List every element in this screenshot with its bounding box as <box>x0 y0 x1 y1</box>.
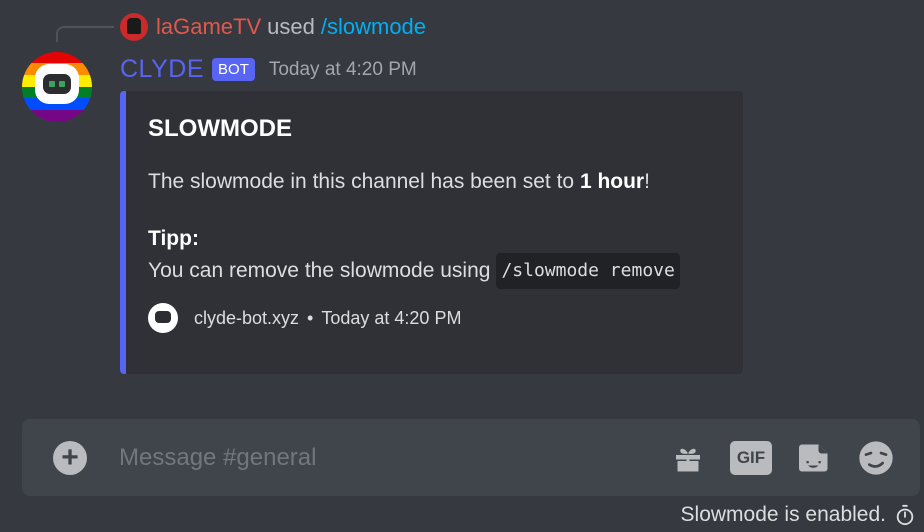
slowmode-status: Slowmode is enabled. <box>681 503 916 527</box>
tip-line: You can remove the slowmode using /slowm… <box>148 253 721 289</box>
add-icon[interactable]: + <box>53 440 87 475</box>
stopwatch-icon <box>896 504 914 526</box>
slowmode-text: Slowmode is enabled. <box>680 503 886 526</box>
reply-avatar[interactable] <box>120 13 148 41</box>
message-timestamp[interactable]: Today at 4:20 PM <box>269 59 417 81</box>
author-name[interactable]: CLYDE <box>120 55 204 84</box>
embed-desc-suffix: ! <box>644 170 650 193</box>
reply-username[interactable]: laGameTV <box>156 14 261 40</box>
bot-avatar[interactable] <box>22 52 92 122</box>
message-header: CLYDE BOT Today at 4:20 PM <box>120 55 417 84</box>
embed-desc-prefix: The slowmode in this channel has been se… <box>148 170 580 193</box>
reply-connector <box>56 26 114 42</box>
bot-tag: BOT <box>212 58 255 81</box>
emoji-icon[interactable] <box>856 438 896 478</box>
gif-label: GIF <box>730 440 772 475</box>
message-composer: + Message #general GIF <box>22 419 920 496</box>
tip-title: Tipp: <box>148 227 199 250</box>
sticker-icon[interactable] <box>796 440 832 476</box>
footer-time: Today at 4:20 PM <box>321 307 462 328</box>
footer-robot-icon <box>148 303 178 333</box>
embed-description: The slowmode in this channel has been se… <box>148 167 721 197</box>
embed-desc-bold: 1 hour <box>579 170 645 193</box>
gift-icon[interactable] <box>670 440 706 476</box>
robot-icon <box>35 64 79 104</box>
footer-site: clyde-bot.xyz <box>194 307 300 328</box>
message-input[interactable]: Message #general <box>119 444 670 472</box>
message-embed: SLOWMODE The slowmode in this channel ha… <box>120 91 743 374</box>
footer-separator: • <box>307 307 314 328</box>
reply-used-text: used <box>267 14 315 39</box>
tip-text: You can remove the slowmode using <box>148 259 491 282</box>
reply-context[interactable]: laGameTV used /slowmode <box>120 13 426 41</box>
reply-command[interactable]: /slowmode <box>321 14 426 40</box>
tip-code: /slowmode remove <box>496 253 680 289</box>
embed-footer: clyde-bot.xyz • Today at 4:20 PM <box>148 303 721 333</box>
embed-title: SLOWMODE <box>148 115 292 142</box>
gif-icon[interactable]: GIF <box>730 440 772 475</box>
